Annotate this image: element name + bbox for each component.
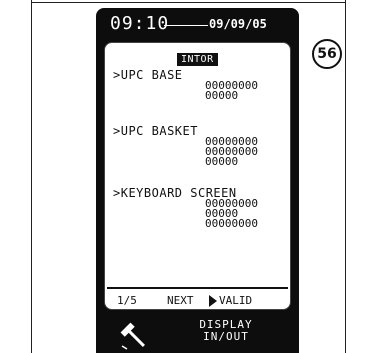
section-keyboard-screen[interactable]: >KEYBOARD SCREEN 00000000 00000 00000000 [113,187,258,229]
clock-date: 09/09/05 [209,17,267,31]
screen-title: INTOR [177,53,218,66]
display-in-out-button[interactable]: DISPLAY IN/OUT [96,314,299,353]
button-label-line-2: IN/OUT [203,330,249,343]
button-label: DISPLAY IN/OUT [186,319,266,343]
section-value: 00000 [205,155,239,168]
section-value: 00000 [205,89,239,102]
next-button[interactable]: NEXT [167,294,194,307]
footer-divider [107,287,288,289]
status-bar: 09:10 09/09/05 [96,8,299,40]
frame-right-line [345,0,346,353]
status-separator [164,25,208,26]
valid-button[interactable]: VALID [219,294,252,307]
frame-left-line [31,0,32,353]
hammer-icon [120,322,145,350]
handheld-device: 09:10 09/09/05 INTOR >UPC BASE 00000000 … [96,8,299,353]
page-indicator: 1/5 [117,294,137,307]
figure-number-badge: 56 [312,39,342,69]
section-upc-basket[interactable]: >UPC BASKET 00000000 00000000 00000 [113,125,258,167]
play-arrow-icon [209,295,217,307]
screen-footer: 1/5 NEXT VALID [105,294,290,308]
frame-top-line [31,2,346,3]
section-upc-base[interactable]: >UPC BASE 00000000 00000 [113,69,258,101]
display-screen: INTOR >UPC BASE 00000000 00000 >UPC BASK… [104,42,291,310]
clock-time: 09:10 [110,13,170,34]
section-value: 00000000 [205,217,258,230]
